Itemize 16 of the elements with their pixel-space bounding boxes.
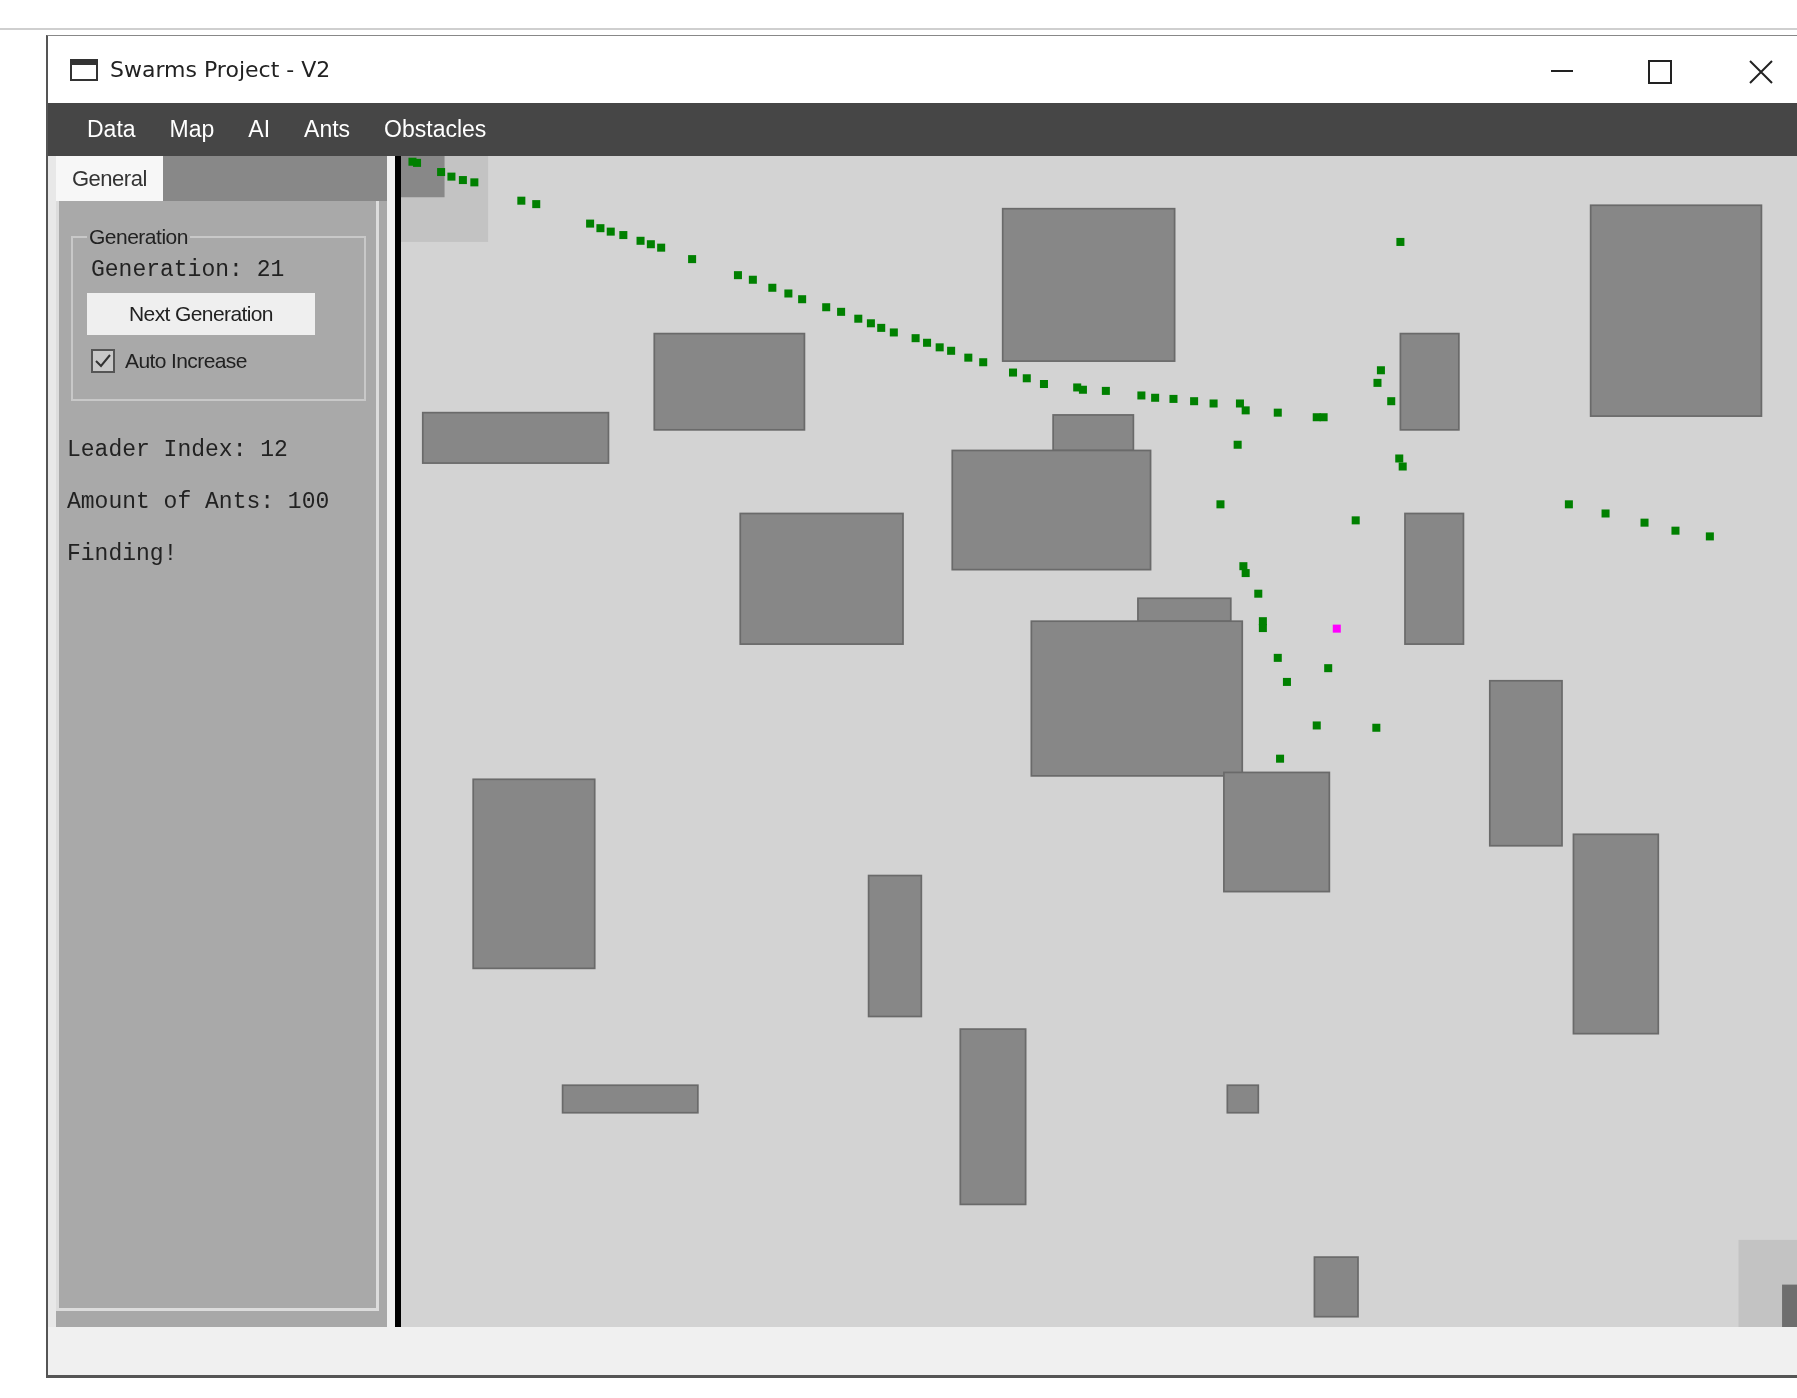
next-generation-button[interactable]: Next Generation <box>87 293 315 335</box>
checkbox[interactable] <box>91 349 115 373</box>
window-title: Swarms Project - V2 <box>110 57 331 82</box>
menu-item[interactable]: Obstacles <box>367 112 504 147</box>
menu-item[interactable]: Data <box>70 112 153 147</box>
generation-label: Generation: 21 <box>91 257 285 283</box>
status-label: Leader Index: 12 <box>67 437 289 463</box>
menu-item[interactable]: Map <box>152 112 232 147</box>
tab[interactable]: General <box>56 156 163 201</box>
status-label: Amount of Ants: 100 <box>67 489 331 515</box>
menu-item[interactable]: AI <box>231 112 288 147</box>
group-title: Generation <box>88 225 189 249</box>
window-icon <box>70 58 98 81</box>
menu-item[interactable]: Ants <box>287 112 368 147</box>
checkbox-label: Auto Increase <box>125 349 247 373</box>
status-label: Finding! <box>67 541 179 567</box>
